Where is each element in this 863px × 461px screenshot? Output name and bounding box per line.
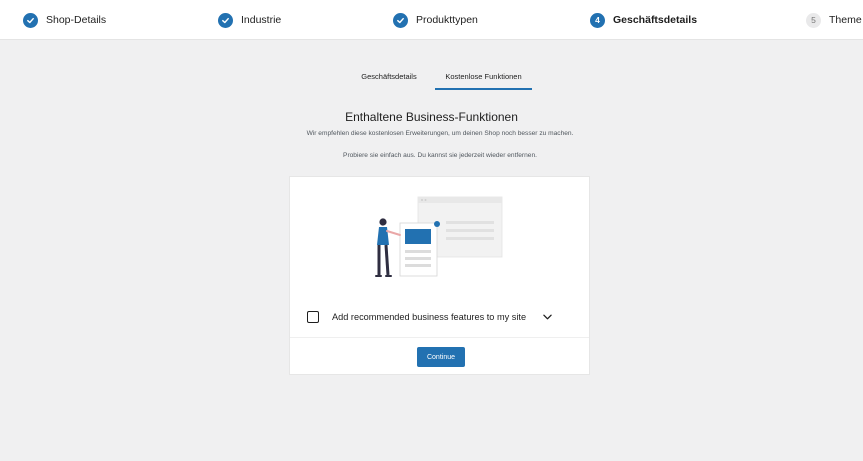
step-shop-details[interactable]: Shop-Details <box>23 11 106 29</box>
option-label: Add recommended business features to my … <box>332 312 527 322</box>
step-label: Theme <box>829 14 862 26</box>
features-card: Add recommended business features to my … <box>289 176 590 375</box>
page-title: Enthaltene Business-Funktionen <box>345 110 518 124</box>
step-label: Geschäftsdetails <box>613 14 698 26</box>
step-label: Produkttypen <box>416 14 478 26</box>
step-industrie[interactable]: Industrie <box>218 11 281 29</box>
card-divider <box>290 337 589 338</box>
tab-geschaeftsdetails[interactable]: Geschäftsdetails <box>343 70 435 90</box>
step-number-badge: 5 <box>806 12 821 28</box>
check-circle-icon <box>393 12 408 28</box>
tab-kostenlose-funktionen[interactable]: Kostenlose Funktionen <box>435 70 532 90</box>
step-theme[interactable]: 5 Theme <box>806 11 862 29</box>
business-features-illustration <box>375 196 503 277</box>
recommended-features-option: Add recommended business features to my … <box>307 308 577 326</box>
step-geschaeftsdetails[interactable]: 4 Geschäftsdetails <box>590 11 697 29</box>
step-label: Industrie <box>241 14 282 26</box>
recommended-features-checkbox[interactable] <box>307 311 319 323</box>
step-label: Shop-Details <box>46 14 107 26</box>
step-number-badge: 4 <box>590 12 605 28</box>
chevron-down-icon[interactable] <box>541 311 553 323</box>
tab-bar: Geschäftsdetails Kostenlose Funktionen <box>343 70 532 92</box>
page-hint: Probiere sie einfach aus. Du kannst sie … <box>343 152 537 159</box>
check-circle-icon <box>23 12 38 28</box>
page-description: Wir empfehlen diese kostenlosen Erweiter… <box>306 130 574 137</box>
setup-stepper: Shop-Details Industrie Produkttypen 4 Ge… <box>0 0 863 40</box>
continue-button[interactable]: Continue <box>417 347 465 367</box>
check-circle-icon <box>218 12 233 28</box>
step-produkttypen[interactable]: Produkttypen <box>393 11 478 29</box>
